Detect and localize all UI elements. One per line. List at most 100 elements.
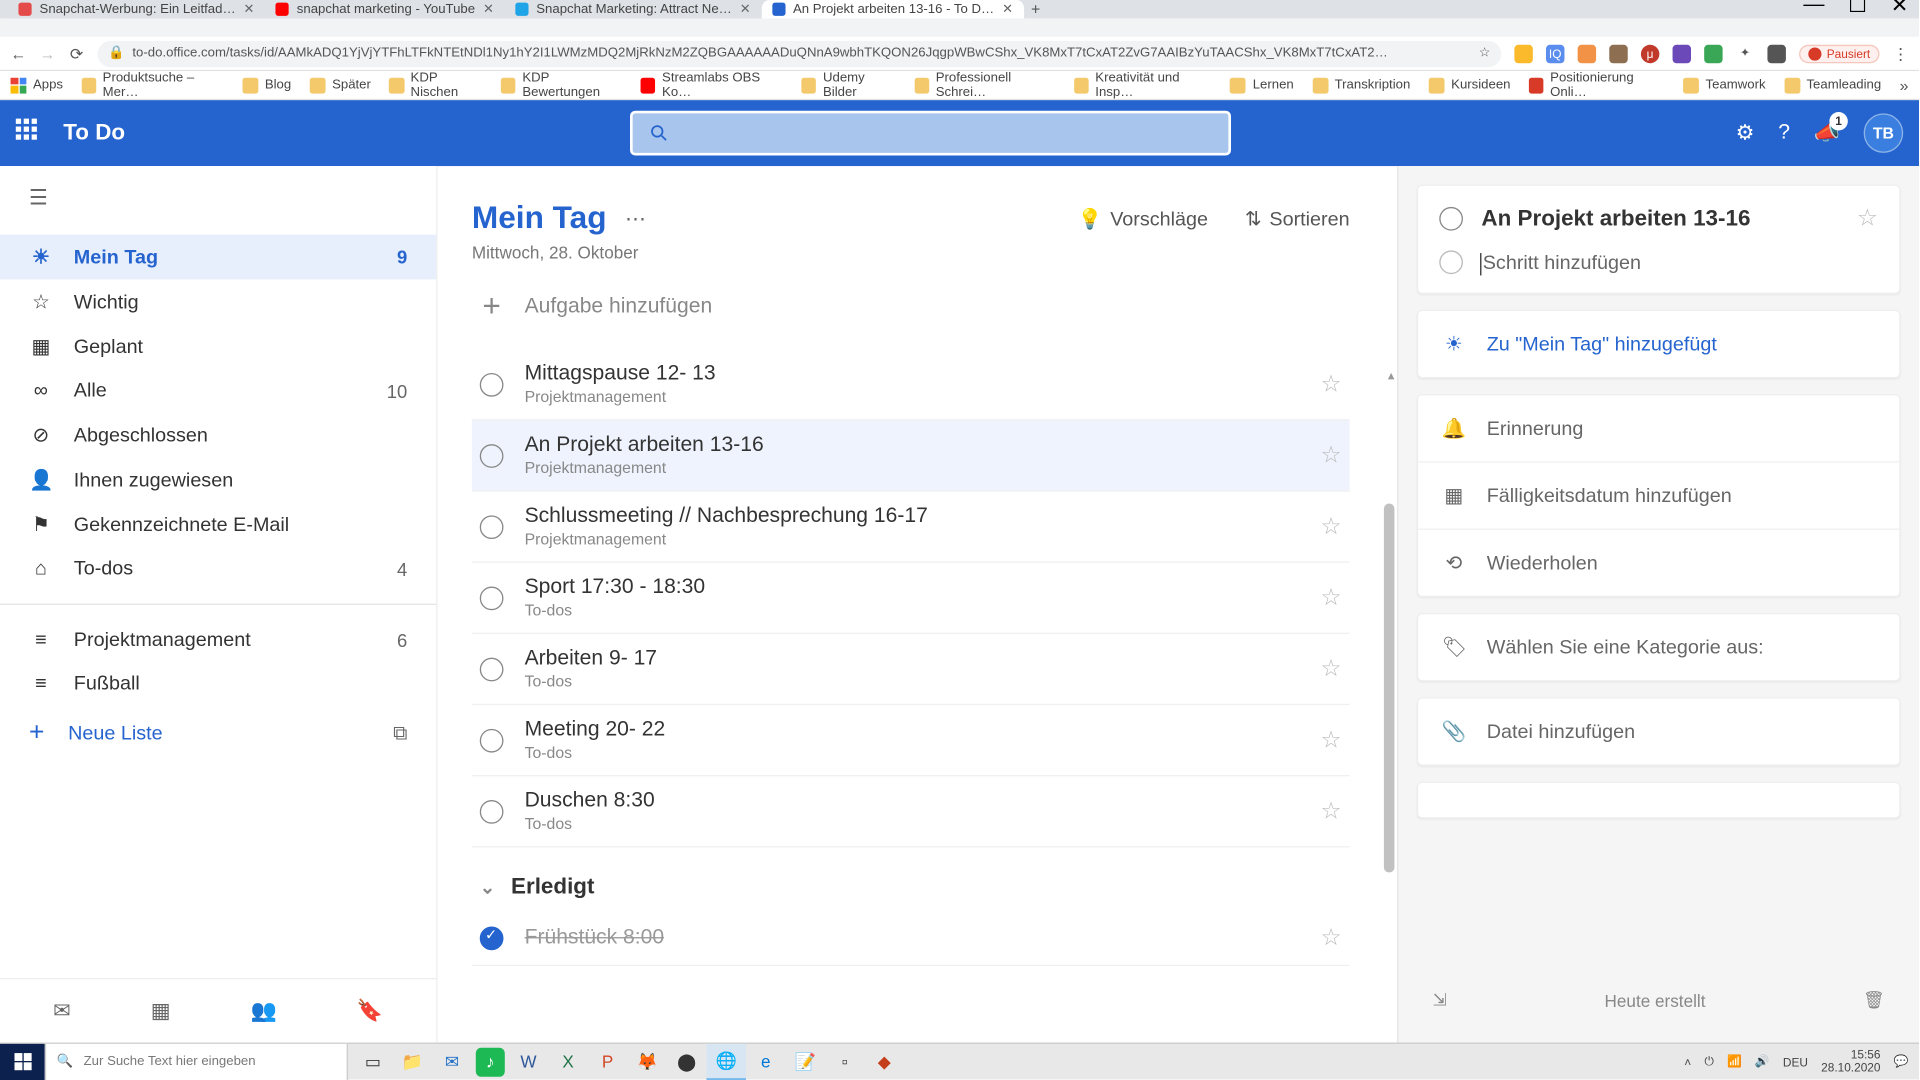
task-star-icon[interactable]: ☆ (1320, 726, 1341, 754)
myday-card[interactable]: ☀Zu "Mein Tag" hinzugefügt (1417, 310, 1901, 379)
bookmark-item[interactable]: KDP Nischen (389, 71, 482, 100)
announcements-icon[interactable]: 📣1 (1814, 120, 1840, 146)
task-row[interactable]: Duschen 8:30To-dos☆ (472, 776, 1350, 847)
windows-search-input[interactable]: 🔍Zur Suche Text hier eingeben (45, 1043, 348, 1080)
task-checkbox[interactable] (480, 372, 504, 396)
hamburger-icon[interactable]: ☰ (0, 166, 436, 229)
category-card[interactable]: 🏷Wählen Sie eine Kategorie aus: (1417, 613, 1901, 682)
browser-menu-icon[interactable]: ⋮ (1893, 44, 1909, 62)
extension-icon[interactable]: μ (1641, 44, 1659, 62)
note-card[interactable] (1417, 782, 1901, 819)
detail-checkbox[interactable] (1439, 206, 1463, 230)
calendar-footer-icon[interactable]: ▦ (151, 998, 171, 1024)
new-list-button[interactable]: +Neue Liste⧉ (0, 705, 436, 762)
task-row[interactable]: Meeting 20- 22To-dos☆ (472, 705, 1350, 776)
bookmark-item[interactable]: Transkription (1312, 77, 1410, 93)
bookmark-item[interactable]: Udemy Bilder (802, 71, 896, 100)
sidebar-item-flagged[interactable]: ⚑Gekennzeichnete E-Mail (0, 502, 436, 547)
bookmark-item[interactable]: Später (310, 77, 371, 93)
task-star-icon[interactable]: ☆ (1320, 797, 1341, 825)
task-checkbox[interactable] (480, 728, 504, 752)
clock[interactable]: 15:5628.10.2020 (1821, 1049, 1880, 1075)
task-checkbox[interactable] (480, 586, 504, 610)
bookmark-item[interactable]: Professionell Schrei… (914, 71, 1055, 100)
notifications-tray-icon[interactable]: 💬 (1894, 1054, 1909, 1068)
mail-icon[interactable]: ✉ (53, 998, 71, 1024)
delete-task-icon[interactable]: 🗑 (1863, 990, 1885, 1011)
sync-paused-chip[interactable]: Pausiert (1799, 44, 1879, 62)
suggestions-button[interactable]: 💡Vorschläge (1078, 207, 1208, 231)
mail-app-icon[interactable]: ✉ (432, 1043, 472, 1080)
extension-icon[interactable]: IQ (1546, 44, 1564, 62)
task-star-icon[interactable]: ☆ (1320, 924, 1341, 952)
browser-tab-active[interactable]: An Projekt arbeiten 13-16 - To D…✕ (761, 0, 1023, 18)
sidebar-item-important[interactable]: ☆Wichtig (0, 279, 436, 324)
task-star-icon[interactable]: ☆ (1320, 370, 1341, 398)
extension-icon[interactable] (1609, 44, 1627, 62)
bookmark-item[interactable]: Teamleading (1784, 77, 1881, 93)
bookmark-item[interactable]: Streamlabs OBS Ko… (641, 71, 784, 100)
people-icon[interactable]: 👥 (251, 998, 277, 1024)
file-explorer-icon[interactable]: 📁 (393, 1043, 433, 1080)
bookmark-item[interactable]: Positionierung Onli… (1529, 71, 1665, 100)
wifi-icon[interactable]: 📶 (1727, 1054, 1742, 1068)
new-tab-button[interactable]: + (1024, 0, 1048, 18)
task-row[interactable]: Mittagspause 12- 13Projektmanagement☆ (472, 349, 1350, 420)
bookmark-item[interactable]: Blog (242, 77, 291, 93)
add-task-input[interactable]: +Aufgabe hinzufügen (472, 262, 1350, 346)
task-row-selected[interactable]: An Projekt arbeiten 13-16Projektmanageme… (472, 420, 1350, 491)
tab-close-icon[interactable]: ✕ (740, 2, 751, 16)
bookmark-item[interactable]: Lernen (1230, 77, 1293, 93)
address-input[interactable]: 🔒 to-do.office.com/tasks/id/AAMkADQ1YjVj… (98, 40, 1502, 66)
sidebar-item-todos[interactable]: ⌂To-dos4 (0, 547, 436, 590)
search-input[interactable] (630, 111, 1231, 156)
file-card[interactable]: 📎Datei hinzufügen (1417, 697, 1901, 766)
bookmark-item[interactable]: Produktsuche – Mer… (81, 71, 224, 100)
bookmark-apps[interactable]: Apps (11, 77, 63, 93)
more-menu-icon[interactable]: ⋯ (625, 206, 646, 232)
excel-icon[interactable]: X (548, 1043, 588, 1080)
tab-close-icon[interactable]: ✕ (483, 2, 494, 16)
new-group-icon[interactable]: ⧉ (393, 722, 407, 744)
detail-title[interactable]: An Projekt arbeiten 13-16 (1481, 205, 1838, 231)
window-minimize-icon[interactable]: — (1803, 0, 1824, 17)
start-button[interactable] (0, 1043, 45, 1080)
volume-icon[interactable]: 🔊 (1755, 1054, 1770, 1068)
duedate-row[interactable]: ▦Fälligkeitsdatum hinzufügen (1418, 461, 1899, 528)
task-row[interactable]: Schlussmeeting // Nachbesprechung 16-17P… (472, 492, 1350, 563)
extension-icon[interactable] (1578, 44, 1596, 62)
back-icon[interactable]: ← (11, 44, 27, 62)
bookmark-item[interactable]: Teamwork (1683, 77, 1765, 93)
detail-star-icon[interactable]: ☆ (1857, 204, 1878, 232)
reminder-row[interactable]: 🔔Erinnerung (1418, 395, 1899, 461)
app-launcher-icon[interactable] (16, 119, 45, 148)
user-avatar[interactable]: TB (1864, 113, 1904, 153)
completed-section-header[interactable]: ⌄Erledigt (472, 847, 1350, 910)
bookmark-item[interactable]: Kursideen (1429, 77, 1511, 93)
sort-button[interactable]: ⇅Sortieren (1245, 207, 1350, 231)
sidebar-item-all[interactable]: ∞Alle10 (0, 369, 436, 412)
bookmark-item[interactable]: Kreativität und Insp… (1074, 71, 1212, 100)
sidebar-list-item[interactable]: ≡Fußball (0, 662, 436, 705)
notepad-icon[interactable]: 📝 (786, 1043, 826, 1080)
task-star-icon[interactable]: ☆ (1320, 513, 1341, 541)
app-icon[interactable]: ◆ (865, 1043, 905, 1080)
spotify-icon[interactable]: ♪ (476, 1047, 505, 1076)
task-star-icon[interactable]: ☆ (1320, 584, 1341, 612)
reload-icon[interactable]: ⟳ (69, 44, 85, 62)
powerpoint-icon[interactable]: P (588, 1043, 628, 1080)
app-icon[interactable]: ▫ (825, 1043, 865, 1080)
forward-icon[interactable]: → (40, 44, 56, 62)
extension-icon[interactable] (1673, 44, 1691, 62)
sidebar-item-completed[interactable]: ⊘Abgeschlossen (0, 413, 436, 458)
task-checkbox[interactable] (480, 515, 504, 539)
edge-icon[interactable]: e (746, 1043, 786, 1080)
extension-icon[interactable] (1704, 44, 1722, 62)
task-view-icon[interactable]: ▭ (353, 1043, 393, 1080)
browser-tab[interactable]: Snapchat Marketing: Attract Ne…✕ (505, 0, 762, 18)
window-maximize-icon[interactable]: ☐ (1848, 0, 1867, 18)
repeat-row[interactable]: ⟲Wiederholen (1418, 529, 1899, 596)
settings-icon[interactable]: ⚙ (1736, 120, 1755, 146)
task-checkbox-checked[interactable] (480, 926, 504, 950)
help-icon[interactable]: ? (1778, 121, 1790, 145)
